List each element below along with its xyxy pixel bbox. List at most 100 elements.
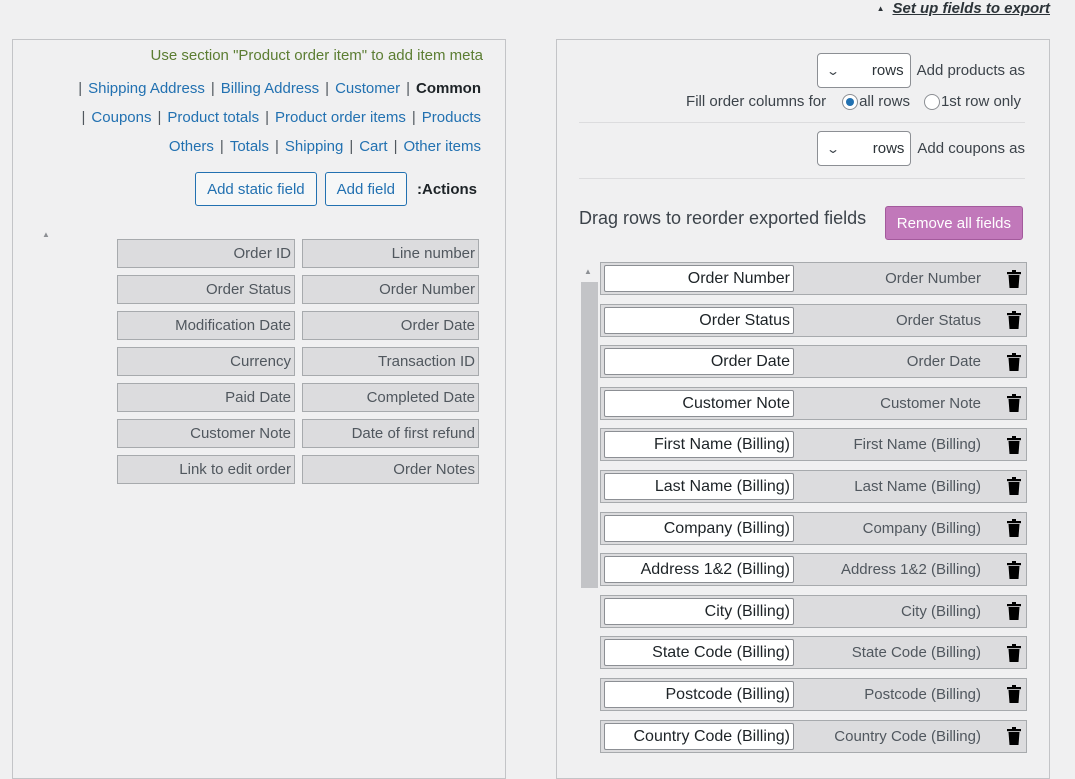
export-field-row[interactable]: Order Status Order Status	[600, 303, 1027, 337]
trash-icon[interactable]	[1007, 435, 1021, 454]
section-link-product-order-items[interactable]: Product order items	[275, 109, 406, 126]
available-field[interactable]: Link to edit order	[117, 455, 295, 484]
export-field-row[interactable]: Country Code (Billing) Country Code (Bill…	[600, 719, 1027, 753]
available-field[interactable]: Modification Date	[117, 311, 295, 340]
available-field[interactable]: Currency	[117, 347, 295, 376]
export-field-row[interactable]: First Name (Billing) First Name (Billing)	[600, 428, 1027, 462]
available-field[interactable]: Paid Date	[117, 383, 295, 412]
export-field-key-label: Order Number	[885, 270, 981, 287]
export-field-title-input[interactable]: Company (Billing)	[604, 514, 794, 542]
export-field-title-input[interactable]: Order Date	[604, 348, 794, 376]
available-field[interactable]: Order Date	[302, 311, 479, 340]
section-link-others[interactable]: Others	[169, 138, 214, 155]
section-link-shipping[interactable]: Shipping	[285, 138, 343, 155]
section-links-row-3: Others | Totals | Shipping | Cart | Other items	[169, 138, 481, 155]
export-field-key-label: Country Code (Billing)	[834, 727, 981, 745]
section-link-customer[interactable]: Customer	[335, 80, 400, 97]
export-field-row[interactable]: Postcode (Billing) Postcode (Billing)	[600, 677, 1027, 711]
trash-icon[interactable]	[1007, 269, 1021, 288]
export-field-title-input[interactable]: Postcode (Billing)	[604, 680, 794, 708]
separator: |	[275, 138, 279, 155]
triangle-up-icon[interactable]: ▲	[584, 267, 592, 276]
separator: |	[406, 80, 410, 97]
section-link-totals[interactable]: Totals	[230, 138, 269, 155]
coupons-mode-label: Add coupons as	[917, 140, 1025, 157]
available-field[interactable]: Date of first refund	[302, 419, 479, 448]
available-fields-grid: Order ID Line number Order Status Order Num…	[117, 239, 479, 484]
export-field-row[interactable]: Order Number Order Number	[600, 262, 1027, 295]
export-field-title-input[interactable]: First Name (Billing)	[604, 431, 794, 459]
products-option-row: ⌄ rows Add products as	[816, 53, 1025, 88]
trash-icon[interactable]	[1007, 311, 1021, 330]
trash-icon[interactable]	[1007, 519, 1021, 538]
products-mode-select[interactable]: ⌄ rows	[816, 53, 911, 88]
available-field[interactable]: Order Notes	[302, 455, 479, 484]
export-field-title-input[interactable]: Country Code (Billing)	[604, 722, 794, 750]
section-link-other-items[interactable]: Other items	[403, 138, 481, 155]
trash-icon[interactable]	[1007, 685, 1021, 704]
divider	[579, 178, 1025, 179]
radio-first-row-only[interactable]	[923, 93, 940, 110]
export-field-title-input[interactable]: Customer Note	[604, 389, 794, 417]
remove-all-fields-button[interactable]: Remove all fields	[884, 206, 1023, 240]
separator: |	[157, 109, 162, 126]
available-field[interactable]: Order Number	[302, 275, 479, 304]
export-field-title-input[interactable]: City (Billing)	[604, 597, 794, 625]
section-links-row-2: | Coupons | Product totals | Product order it…	[76, 109, 481, 126]
available-field[interactable]: Completed Date	[302, 383, 479, 412]
add-field-button[interactable]: Add field	[324, 172, 407, 206]
export-field-row[interactable]: Last Name (Billing) Last Name (Billing)	[600, 469, 1027, 503]
add-static-field-button[interactable]: Add static field	[195, 172, 317, 206]
radio-all-rows[interactable]	[842, 93, 859, 110]
export-field-row[interactable]: State Code (Billing) State Code (Billing)	[600, 636, 1027, 670]
available-field[interactable]: Line number	[302, 239, 479, 268]
coupons-mode-select[interactable]: ⌄ rows	[817, 131, 912, 166]
export-field-title-input[interactable]: Order Status	[604, 306, 794, 334]
export-field-row[interactable]: Company (Billing) Company (Billing)	[600, 511, 1027, 545]
export-field-title-input[interactable]: Last Name (Billing)	[604, 472, 794, 500]
trash-icon[interactable]	[1007, 602, 1021, 621]
export-field-title-input[interactable]: Order Number	[604, 265, 794, 292]
drag-reorder-title: Drag rows to reorder exported fields	[579, 208, 867, 228]
trash-icon[interactable]	[1007, 560, 1021, 579]
section-link-cart[interactable]: Cart	[359, 138, 387, 155]
setup-fields-link[interactable]: ▲ Set up fields to export	[877, 0, 1050, 17]
item-meta-hint: Use section "Product order item" to add …	[150, 47, 483, 64]
available-field[interactable]: Customer Note	[117, 419, 295, 448]
separator: |	[219, 138, 224, 155]
coupons-mode-value: rows	[872, 140, 905, 157]
trash-icon[interactable]	[1007, 394, 1021, 413]
collapse-triangle-icon[interactable]: ▲	[42, 230, 50, 239]
section-link-common: Common	[416, 80, 481, 97]
export-field-key-label: Last Name (Billing)	[854, 477, 981, 495]
export-fields-panel: ⌄ rows Add products as Fill order column…	[556, 39, 1050, 779]
export-fields-list: Order Number Order Number Order Status Orde…	[600, 262, 1027, 761]
export-field-key-label: Order Date	[906, 353, 981, 371]
trash-icon[interactable]	[1007, 352, 1021, 371]
export-field-row[interactable]: City (Billing) City (Billing)	[600, 594, 1027, 628]
radio-all-rows-label: all rows	[859, 93, 910, 110]
available-field[interactable]: Order ID	[117, 239, 295, 268]
export-field-key-label: State Code (Billing)	[851, 644, 981, 662]
trash-icon[interactable]	[1007, 477, 1021, 496]
scrollbar-thumb[interactable]	[581, 282, 598, 588]
trash-icon[interactable]	[1007, 643, 1021, 662]
section-link-coupons[interactable]: Coupons	[91, 109, 151, 126]
fill-columns-label: Fill order columns for	[686, 93, 827, 110]
section-link-shipping-address[interactable]: Shipping Address	[88, 80, 205, 97]
export-field-row[interactable]: Customer Note Customer Note	[600, 386, 1027, 420]
available-field[interactable]: Order Status	[117, 275, 295, 304]
export-field-row[interactable]: Order Date Order Date	[600, 345, 1027, 379]
section-link-billing-address[interactable]: Billing Address	[221, 80, 319, 97]
trash-icon[interactable]	[1007, 727, 1021, 746]
available-field[interactable]: Transaction ID	[302, 347, 479, 376]
export-field-title-input[interactable]: Address 1&2 (Billing)	[604, 556, 794, 584]
export-field-row[interactable]: Address 1&2 (Billing) Address 1&2 (Billin…	[600, 553, 1027, 587]
export-field-title-input[interactable]: State Code (Billing)	[604, 639, 794, 667]
products-mode-label: Add products as	[916, 62, 1025, 79]
section-link-product-totals[interactable]: Product totals	[167, 109, 259, 126]
chevron-down-icon: ⌄	[825, 63, 840, 78]
section-link-products[interactable]: Products	[422, 109, 481, 126]
coupons-option-row: ⌄ rows Add coupons as	[817, 131, 1025, 166]
available-fields-panel: Use section "Product order item" to add …	[12, 39, 506, 779]
